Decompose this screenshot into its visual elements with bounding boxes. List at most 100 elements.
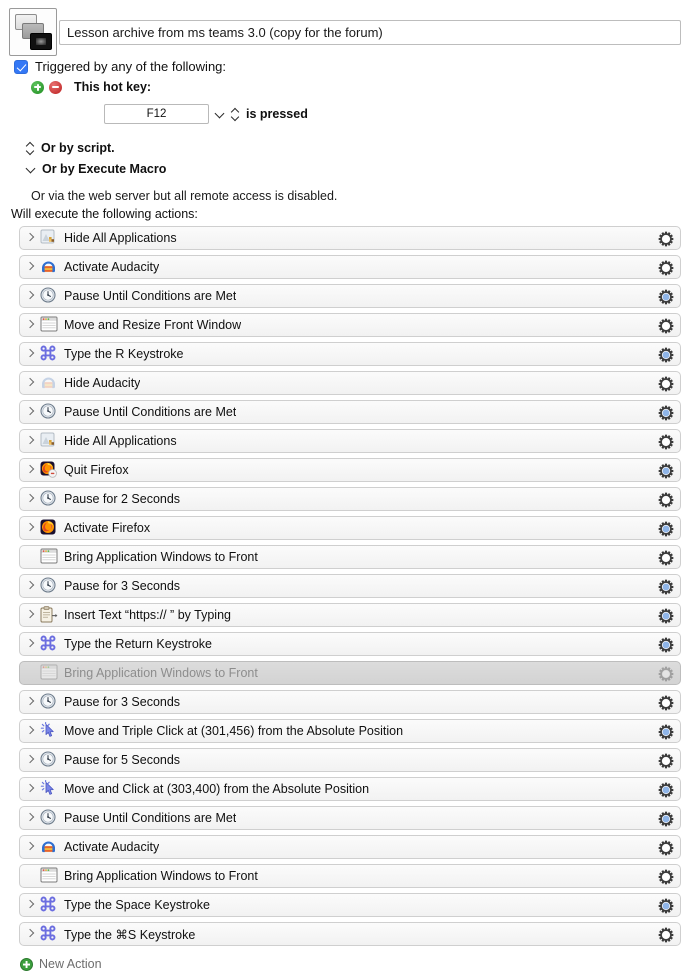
disclosure-triangle-icon[interactable] — [20, 893, 40, 917]
clipboard-typing-icon — [40, 606, 60, 624]
disclosure-triangle-icon[interactable] — [20, 313, 40, 337]
trigger-enabled-row[interactable]: Triggered by any of the following: — [14, 59, 226, 74]
disclosure-triangle-icon[interactable] — [20, 777, 40, 801]
disclosure-triangle-icon[interactable] — [20, 748, 40, 772]
action-row[interactable]: Pause Until Conditions are Met — [19, 400, 681, 424]
gear-icon[interactable] — [658, 637, 674, 653]
action-row[interactable]: Pause Until Conditions are Met — [19, 806, 681, 830]
disclosure-triangle-icon[interactable] — [20, 429, 40, 453]
audacity-faded-icon — [40, 374, 60, 392]
plus-circle-icon — [20, 957, 33, 971]
action-row[interactable]: Type the R Keystroke — [19, 342, 681, 366]
disclosure-triangle-icon[interactable] — [20, 487, 40, 511]
action-row[interactable]: Pause for 2 Seconds — [19, 487, 681, 511]
action-row[interactable]: Type the Space Keystroke — [19, 893, 681, 917]
gear-icon[interactable] — [658, 695, 674, 711]
disclosure-triangle-icon[interactable] — [20, 574, 40, 598]
hide-applications-icon — [40, 229, 60, 247]
disclosure-triangle-icon[interactable] — [20, 516, 40, 540]
macro-title-input[interactable]: Lesson archive from ms teams 3.0 (copy f… — [59, 20, 681, 45]
disclosure-triangle-icon[interactable] — [20, 342, 40, 366]
gear-icon[interactable] — [658, 260, 674, 276]
action-label: Activate Audacity — [64, 260, 160, 274]
gear-icon[interactable] — [658, 318, 674, 334]
remove-trigger-icon[interactable] — [49, 80, 62, 94]
gear-icon[interactable] — [658, 579, 674, 595]
disclosure-triangle-icon[interactable] — [20, 806, 40, 830]
disclosure-triangle-icon[interactable] — [20, 632, 40, 656]
disclosure-triangle-icon[interactable] — [20, 255, 40, 279]
hotkey-select[interactable]: F12 — [104, 104, 209, 124]
action-row[interactable]: Type the Return Keystroke — [19, 632, 681, 656]
action-row[interactable]: Type the ⌘S Keystroke — [19, 922, 681, 946]
action-row[interactable]: Hide All Applications — [19, 226, 681, 250]
stepper-icon[interactable] — [231, 107, 240, 121]
gear-icon[interactable] — [658, 927, 674, 943]
gear-icon[interactable] — [658, 434, 674, 450]
disclosure-triangle-icon[interactable] — [20, 458, 40, 482]
gear-icon[interactable] — [658, 608, 674, 624]
gear-icon[interactable] — [658, 550, 674, 566]
action-row[interactable]: Pause Until Conditions are Met — [19, 284, 681, 308]
disclosure-spacer — [20, 864, 40, 888]
gear-icon[interactable] — [658, 405, 674, 421]
chevron-down-icon[interactable] — [26, 164, 36, 174]
gear-icon[interactable] — [658, 376, 674, 392]
action-label: Type the Space Keystroke — [64, 898, 210, 912]
stepper-icon[interactable] — [26, 141, 35, 155]
macro-window-stack-icon[interactable] — [9, 8, 57, 56]
action-row[interactable]: Move and Triple Click at (301,456) from … — [19, 719, 681, 743]
window-icon — [40, 548, 60, 566]
action-row[interactable]: Bring Application Windows to Front — [19, 545, 681, 569]
action-row[interactable]: Hide Audacity — [19, 371, 681, 395]
trigger-checkbox[interactable] — [14, 59, 28, 74]
gear-icon[interactable] — [658, 840, 674, 856]
action-row[interactable]: Activate Audacity — [19, 835, 681, 859]
gear-icon[interactable] — [658, 521, 674, 537]
gear-icon[interactable] — [658, 463, 674, 479]
chevron-down-icon[interactable] — [215, 109, 225, 119]
gear-icon[interactable] — [658, 753, 674, 769]
action-row[interactable]: Move and Resize Front Window — [19, 313, 681, 337]
disclosure-triangle-icon[interactable] — [20, 371, 40, 395]
action-row[interactable]: Insert Text “https:// ” by Typing — [19, 603, 681, 627]
gear-icon[interactable] — [658, 724, 674, 740]
disclosure-triangle-icon[interactable] — [20, 835, 40, 859]
add-trigger-icon[interactable] — [31, 80, 44, 94]
firefox-quit-icon — [40, 461, 60, 479]
disclosure-triangle-icon[interactable] — [20, 922, 40, 946]
gear-icon[interactable] — [658, 347, 674, 363]
or-by-execute-macro-row[interactable]: Or by Execute Macro — [26, 162, 166, 176]
disclosure-triangle-icon[interactable] — [20, 284, 40, 308]
action-row[interactable]: Quit Firefox — [19, 458, 681, 482]
action-row[interactable]: Move and Click at (303,400) from the Abs… — [19, 777, 681, 801]
gear-icon[interactable] — [658, 869, 674, 885]
gear-icon[interactable] — [658, 782, 674, 798]
action-row[interactable]: Hide All Applications — [19, 429, 681, 453]
action-label: Pause for 3 Seconds — [64, 579, 181, 593]
action-row[interactable]: Activate Audacity — [19, 255, 681, 279]
gear-icon[interactable] — [658, 289, 674, 305]
disclosure-triangle-icon[interactable] — [20, 603, 40, 627]
action-row[interactable]: Pause for 3 Seconds — [19, 574, 681, 598]
disclosure-triangle-icon[interactable] — [20, 226, 40, 250]
action-row[interactable]: Bring Application Windows to Front — [19, 864, 681, 888]
disclosure-triangle-icon[interactable] — [20, 690, 40, 714]
disclosure-triangle-icon[interactable] — [20, 719, 40, 743]
action-row[interactable]: Activate Firefox — [19, 516, 681, 540]
action-row[interactable]: Pause for 5 Seconds — [19, 748, 681, 772]
action-row[interactable]: Bring Application Windows to Front — [19, 661, 681, 685]
or-by-script-row[interactable]: Or by script. — [26, 141, 115, 155]
gear-icon[interactable] — [658, 811, 674, 827]
action-row[interactable]: Pause for 3 Seconds — [19, 690, 681, 714]
gear-icon[interactable] — [658, 898, 674, 914]
window-icon — [40, 867, 60, 885]
gear-icon[interactable] — [658, 492, 674, 508]
hotkey-label: This hot key: — [74, 80, 152, 94]
command-key-icon — [40, 635, 60, 653]
gear-icon[interactable] — [658, 231, 674, 247]
new-action-button[interactable]: New Action — [20, 957, 102, 971]
gear-icon[interactable] — [658, 666, 674, 682]
window-icon — [40, 664, 60, 682]
disclosure-triangle-icon[interactable] — [20, 400, 40, 424]
